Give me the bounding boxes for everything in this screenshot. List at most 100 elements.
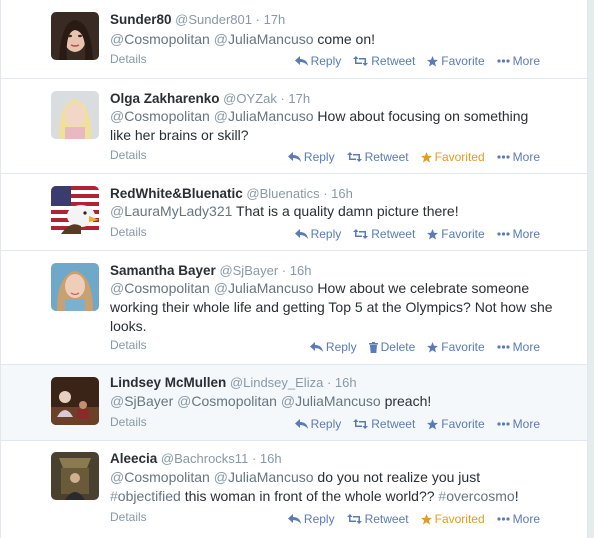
at-symbol: @ xyxy=(213,469,228,485)
more-button[interactable]: More xyxy=(497,340,540,354)
tweet[interactable]: Aleecia @Bachrocks11 · 16h @Cosmopolitan… xyxy=(1,441,587,538)
more-label: More xyxy=(512,227,540,241)
reply-button[interactable]: Reply xyxy=(309,340,357,354)
more-button[interactable]: More xyxy=(497,227,540,241)
tweet-text: @SjBayer @Cosmopolitan @JuliaMancuso pre… xyxy=(110,392,550,411)
timestamp[interactable]: 16h xyxy=(335,375,357,390)
retweet-icon xyxy=(346,514,362,524)
timestamp[interactable]: 17h xyxy=(288,91,310,106)
tweet-stream: Sunder80 @Sunder801 · 17h @Cosmopolitan … xyxy=(0,0,588,538)
hashtag-name: overcosmo xyxy=(446,488,515,504)
timestamp[interactable]: 16h xyxy=(290,263,312,278)
reply-button[interactable]: Reply xyxy=(294,54,341,68)
at-symbol: @ xyxy=(280,393,296,409)
retweet-button[interactable]: Retweet xyxy=(346,512,409,526)
reply-icon xyxy=(294,56,308,66)
mention-link[interactable]: @JuliaMancuso xyxy=(214,469,314,485)
timestamp[interactable]: 16h xyxy=(331,186,353,201)
reply-button[interactable]: Reply xyxy=(294,417,342,431)
tweet[interactable]: Sunder80 @Sunder801 · 17h @Cosmopolitan … xyxy=(1,0,587,79)
tweet[interactable]: Olga Zakharenko @OYZak · 17h @Cosmopolit… xyxy=(1,79,587,174)
username[interactable]: @SjBayer xyxy=(219,263,278,278)
mention-link[interactable]: @JuliaMancuso xyxy=(281,393,381,409)
username[interactable]: @Bluenatics xyxy=(246,186,319,201)
avatar[interactable] xyxy=(51,186,99,234)
avatar[interactable] xyxy=(51,263,99,311)
retweet-button[interactable]: Retweet xyxy=(353,54,415,68)
mention-link[interactable]: @Cosmopolitan xyxy=(110,280,210,296)
mention-link[interactable]: @SjBayer xyxy=(110,393,173,409)
mention-link[interactable]: @Cosmopolitan xyxy=(110,31,210,47)
tweet[interactable]: Lindsey McMullen @Lindsey_Eliza · 16h @S… xyxy=(1,365,587,441)
mention-name: Cosmopolitan xyxy=(191,393,277,409)
avatar[interactable] xyxy=(51,12,99,60)
tweet-text-segment: preach! xyxy=(380,393,432,409)
details-link[interactable]: Details xyxy=(110,338,147,352)
more-button[interactable]: More xyxy=(497,512,540,526)
tweet-text: @Cosmopolitan @JuliaMancuso come on! xyxy=(110,30,550,49)
reply-button[interactable]: Reply xyxy=(287,150,335,164)
details-link[interactable]: Details xyxy=(110,148,147,162)
timestamp[interactable]: 17h xyxy=(264,12,286,27)
favorite-label: Favorite xyxy=(441,227,485,241)
retweet-icon xyxy=(346,152,362,162)
fullname[interactable]: Aleecia xyxy=(110,451,157,466)
mention-link[interactable]: @Cosmopolitan xyxy=(110,108,210,124)
details-link[interactable]: Details xyxy=(110,225,147,239)
more-button[interactable]: More xyxy=(497,54,540,68)
mention-link[interactable]: @Cosmopolitan xyxy=(177,393,277,409)
details-link[interactable]: Details xyxy=(110,415,147,429)
fullname[interactable]: Lindsey McMullen xyxy=(110,375,226,390)
delete-button[interactable]: Delete xyxy=(368,340,415,354)
reply-icon xyxy=(287,152,301,162)
username[interactable]: @Bachrocks11 xyxy=(161,451,248,466)
avatar[interactable] xyxy=(51,377,99,425)
tweet[interactable]: Samantha Bayer @SjBayer · 16h @Cosmopoli… xyxy=(1,251,587,365)
favorite-button[interactable]: Favorited xyxy=(420,512,485,526)
retweet-button[interactable]: Retweet xyxy=(353,227,415,241)
fullname[interactable]: RedWhite&Bluenatic xyxy=(110,186,243,201)
avatar[interactable] xyxy=(51,452,99,500)
username[interactable]: @Lindsey_Eliza xyxy=(230,375,323,390)
mention-link[interactable]: @JuliaMancuso xyxy=(214,31,314,47)
mention-link[interactable]: @JuliaMancuso xyxy=(214,280,314,296)
more-label: More xyxy=(512,340,540,354)
retweet-button[interactable]: Retweet xyxy=(353,417,415,431)
hashtag-link[interactable]: #overcosmo xyxy=(438,488,514,504)
tweet[interactable]: RedWhite&Bluenatic @Bluenatics · 16h @La… xyxy=(1,174,587,251)
avatar[interactable] xyxy=(51,91,99,139)
separator: · xyxy=(255,12,260,27)
separator: · xyxy=(326,375,332,390)
mention-name: JuliaMancuso xyxy=(227,31,314,47)
details-link[interactable]: Details xyxy=(110,52,147,66)
fullname[interactable]: Samantha Bayer xyxy=(110,263,216,278)
favorite-button[interactable]: Favorite xyxy=(427,417,485,431)
username[interactable]: @OYZak xyxy=(223,91,277,106)
username[interactable]: @Sunder801 xyxy=(175,12,252,27)
favorite-button[interactable]: Favorited xyxy=(420,150,485,164)
fullname[interactable]: Olga Zakharenko xyxy=(110,91,220,106)
reply-button[interactable]: Reply xyxy=(294,227,341,241)
reply-label: Reply xyxy=(310,417,342,431)
retweet-label: Retweet xyxy=(364,150,409,164)
mention-link[interactable]: @Cosmopolitan xyxy=(110,469,210,485)
fullname[interactable]: Sunder80 xyxy=(110,12,172,27)
more-button[interactable]: More xyxy=(497,417,540,431)
timestamp[interactable]: 16h xyxy=(260,451,282,466)
hashtag-link[interactable]: #objectified xyxy=(110,488,181,504)
retweet-button[interactable]: Retweet xyxy=(346,150,409,164)
favorite-button[interactable]: Favorite xyxy=(427,227,485,241)
tweet-text-segment: do you not realize you just xyxy=(313,469,481,485)
tweet-text: @LauraMyLady321 That is a quality damn p… xyxy=(110,202,550,221)
mention-name: Cosmopolitan xyxy=(124,31,210,47)
more-button[interactable]: More xyxy=(497,150,540,164)
mention-link[interactable]: @JuliaMancuso xyxy=(214,108,314,124)
at-symbol: @ xyxy=(110,469,125,485)
favorite-button[interactable]: Favorite xyxy=(427,340,485,354)
more-dots-icon xyxy=(497,155,510,159)
details-link[interactable]: Details xyxy=(110,510,147,524)
reply-button[interactable]: Reply xyxy=(287,512,335,526)
mention-link[interactable]: @LauraMyLady321 xyxy=(110,203,232,219)
favorite-button[interactable]: Favorite xyxy=(427,54,485,68)
at-symbol: @ xyxy=(110,203,125,219)
